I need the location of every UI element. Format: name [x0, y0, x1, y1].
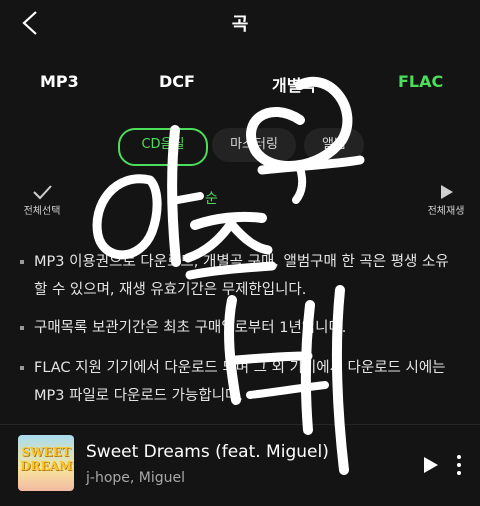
bullet	[20, 326, 24, 330]
subtab-album[interactable]: 앨범	[304, 128, 364, 162]
song-title[interactable]: Sweet Dreams (feat. Miguel)	[86, 442, 329, 462]
note-text: MP3 이용권으로 다운로드, 개별곡 구매, 앨범구매 한 곡은 평생 소유	[34, 254, 449, 270]
more-options-button[interactable]	[452, 452, 466, 478]
note-text: 할 수 있으며, 재생 유효기간은 무제한입니다.	[34, 282, 307, 298]
subtab-cd-quality[interactable]: CD음질	[118, 128, 208, 166]
song-play-button[interactable]	[420, 454, 442, 476]
bullet	[20, 366, 24, 370]
note-item: MP3 이용권으로 다운로드, 개별곡 구매, 앨범구매 한 곡은 평생 소유 …	[20, 248, 460, 304]
play-icon	[441, 185, 453, 199]
play-all-button[interactable]: 전체재생	[420, 182, 472, 217]
check-icon	[33, 185, 52, 200]
song-artist[interactable]: j-hope, Miguel	[86, 470, 185, 486]
subtab-mastering[interactable]: 마스터링	[212, 128, 296, 162]
bullet	[20, 260, 24, 264]
tab-mp3[interactable]: MP3	[40, 72, 79, 91]
sort-button[interactable]: 순	[205, 188, 218, 208]
play-all-label: 전체재생	[427, 206, 465, 217]
play-icon	[424, 457, 438, 473]
page-title: 곡	[231, 14, 249, 35]
tab-flac[interactable]: FLAC	[398, 72, 443, 91]
album-art[interactable]: SWEET DREAMS	[18, 435, 74, 491]
more-vertical-icon	[457, 455, 461, 475]
tab-individual-song[interactable]: 개별곡	[272, 72, 316, 96]
note-text: 구매목록 보관기간은 최초 구매일로부터 1년입니다.	[34, 320, 347, 336]
select-all-label: 전체선택	[23, 206, 61, 217]
select-all-button[interactable]: 전체선택	[18, 182, 66, 217]
note-item: FLAC 지원 기기에서 다운로드 되며 그 외 기기에서 다운로드 시에는 M…	[20, 354, 460, 410]
album-art-text: DREAMS	[20, 459, 74, 473]
note-item: 구매목록 보관기간은 최초 구매일로부터 1년입니다.	[20, 314, 460, 342]
album-art-text: SWEET	[21, 445, 71, 459]
note-text: MP3 파일로 다운로드 가능합니다.	[34, 388, 243, 404]
divider	[0, 424, 480, 425]
tab-dcf[interactable]: DCF	[159, 72, 195, 91]
note-text: FLAC 지원 기기에서 다운로드 되며 그 외 기기에서 다운로드 시에는	[34, 360, 446, 376]
